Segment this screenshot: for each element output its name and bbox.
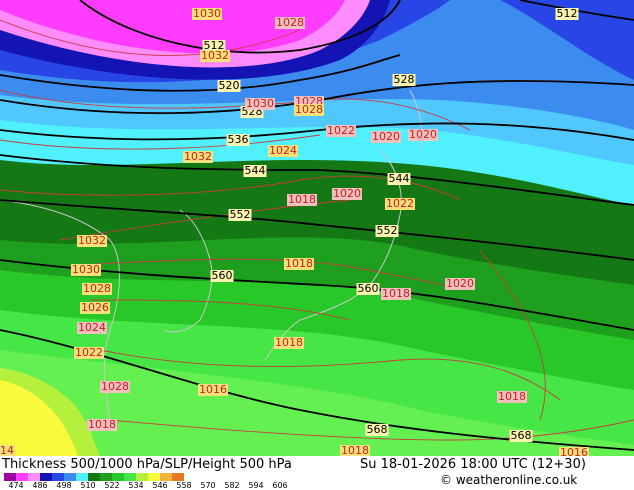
color-scale-tick: 474: [8, 481, 24, 490]
slp-label: 1024: [77, 321, 107, 334]
thickness-label: 560: [356, 282, 380, 295]
color-scale-tick: 594: [248, 481, 264, 490]
slp-label: 1022: [326, 124, 356, 137]
thickness-label: 544: [387, 172, 411, 185]
slp-label: 1030: [71, 263, 101, 276]
thickness-label: 528: [392, 73, 416, 86]
slp-label: 1030: [192, 7, 222, 20]
slp-label: 1018: [287, 193, 317, 206]
slp-label: 1028: [294, 103, 324, 116]
slp-label: 1018: [284, 257, 314, 270]
color-scale-swatch: [40, 473, 52, 481]
color-scale-swatch: [64, 473, 76, 481]
color-scale-swatch: [88, 473, 100, 481]
color-scale-tick: 546: [152, 481, 168, 490]
slp-label: 1018: [340, 444, 370, 456]
slp-label: 1018: [274, 336, 304, 349]
thickness-label: 512: [555, 7, 579, 20]
color-scale-tick: 522: [104, 481, 120, 490]
color-scale-tick: 558: [176, 481, 192, 490]
slp-label: 1020: [445, 277, 475, 290]
thickness-label: 568: [365, 423, 389, 436]
slp-label: 1018: [87, 418, 117, 431]
slp-label: 1030: [245, 97, 275, 110]
map-title: Thickness 500/1000 hPa/SLP/Height 500 hP…: [2, 457, 292, 472]
thickness-label: 520: [217, 79, 241, 92]
slp-label: 1028: [275, 16, 305, 29]
slp-label: 1028: [82, 282, 112, 295]
color-scale-swatch: [4, 473, 16, 481]
color-scale-swatch: [16, 473, 28, 481]
map-datetime: Su 18-01-2026 18:00 UTC (12+30): [360, 457, 586, 472]
thickness-label: 536: [226, 133, 250, 146]
thickness-label: 560: [210, 269, 234, 282]
slp-label: 1032: [183, 150, 213, 163]
color-scale-tick: 606: [272, 481, 288, 490]
color-scale-swatch: [124, 473, 136, 481]
color-scale-swatch: [136, 473, 148, 481]
footer: Thickness 500/1000 hPa/SLP/Height 500 hP…: [0, 456, 634, 490]
color-scale-swatch: [28, 473, 40, 481]
color-scale-swatch: [160, 473, 172, 481]
color-scale-swatch: [52, 473, 64, 481]
color-scale-swatch: [100, 473, 112, 481]
weather-map: 512 512 520 528 528 536 544 544 552 552 560 560 568 5…: [0, 0, 634, 456]
color-scale-swatch: [148, 473, 160, 481]
slp-label: 1028: [100, 380, 130, 393]
color-scale-swatch: [172, 473, 184, 481]
slp-label: 1016: [198, 383, 228, 396]
slp-label: 14: [0, 444, 15, 456]
slp-label: 1020: [408, 128, 438, 141]
color-scale-tick: 486: [32, 481, 48, 490]
slp-label: 1032: [77, 234, 107, 247]
slp-label: 1032: [200, 49, 230, 62]
color-scale-swatch: [112, 473, 124, 481]
slp-label: 1016: [559, 447, 589, 456]
color-scale-tick: 570: [200, 481, 216, 490]
slp-label: 1018: [497, 390, 527, 403]
slp-label: 1026: [80, 301, 110, 314]
slp-label: 1022: [74, 346, 104, 359]
slp-label: 1024: [268, 144, 298, 157]
color-scale-swatch: [76, 473, 88, 481]
slp-label: 1020: [371, 130, 401, 143]
color-scale: [4, 473, 184, 481]
slp-label: 1022: [385, 197, 415, 210]
map-canvas: [0, 0, 634, 456]
slp-label: 1020: [332, 187, 362, 200]
color-scale-tick: 582: [224, 481, 240, 490]
thickness-label: 544: [243, 164, 267, 177]
color-scale-tick: 510: [80, 481, 96, 490]
slp-label: 1018: [381, 287, 411, 300]
color-scale-tick: 498: [56, 481, 72, 490]
color-scale-tick: 534: [128, 481, 144, 490]
thickness-label: 552: [228, 208, 252, 221]
thickness-label: 552: [375, 224, 399, 237]
thickness-label: 568: [509, 429, 533, 442]
copyright: © weatheronline.co.uk: [440, 473, 578, 487]
